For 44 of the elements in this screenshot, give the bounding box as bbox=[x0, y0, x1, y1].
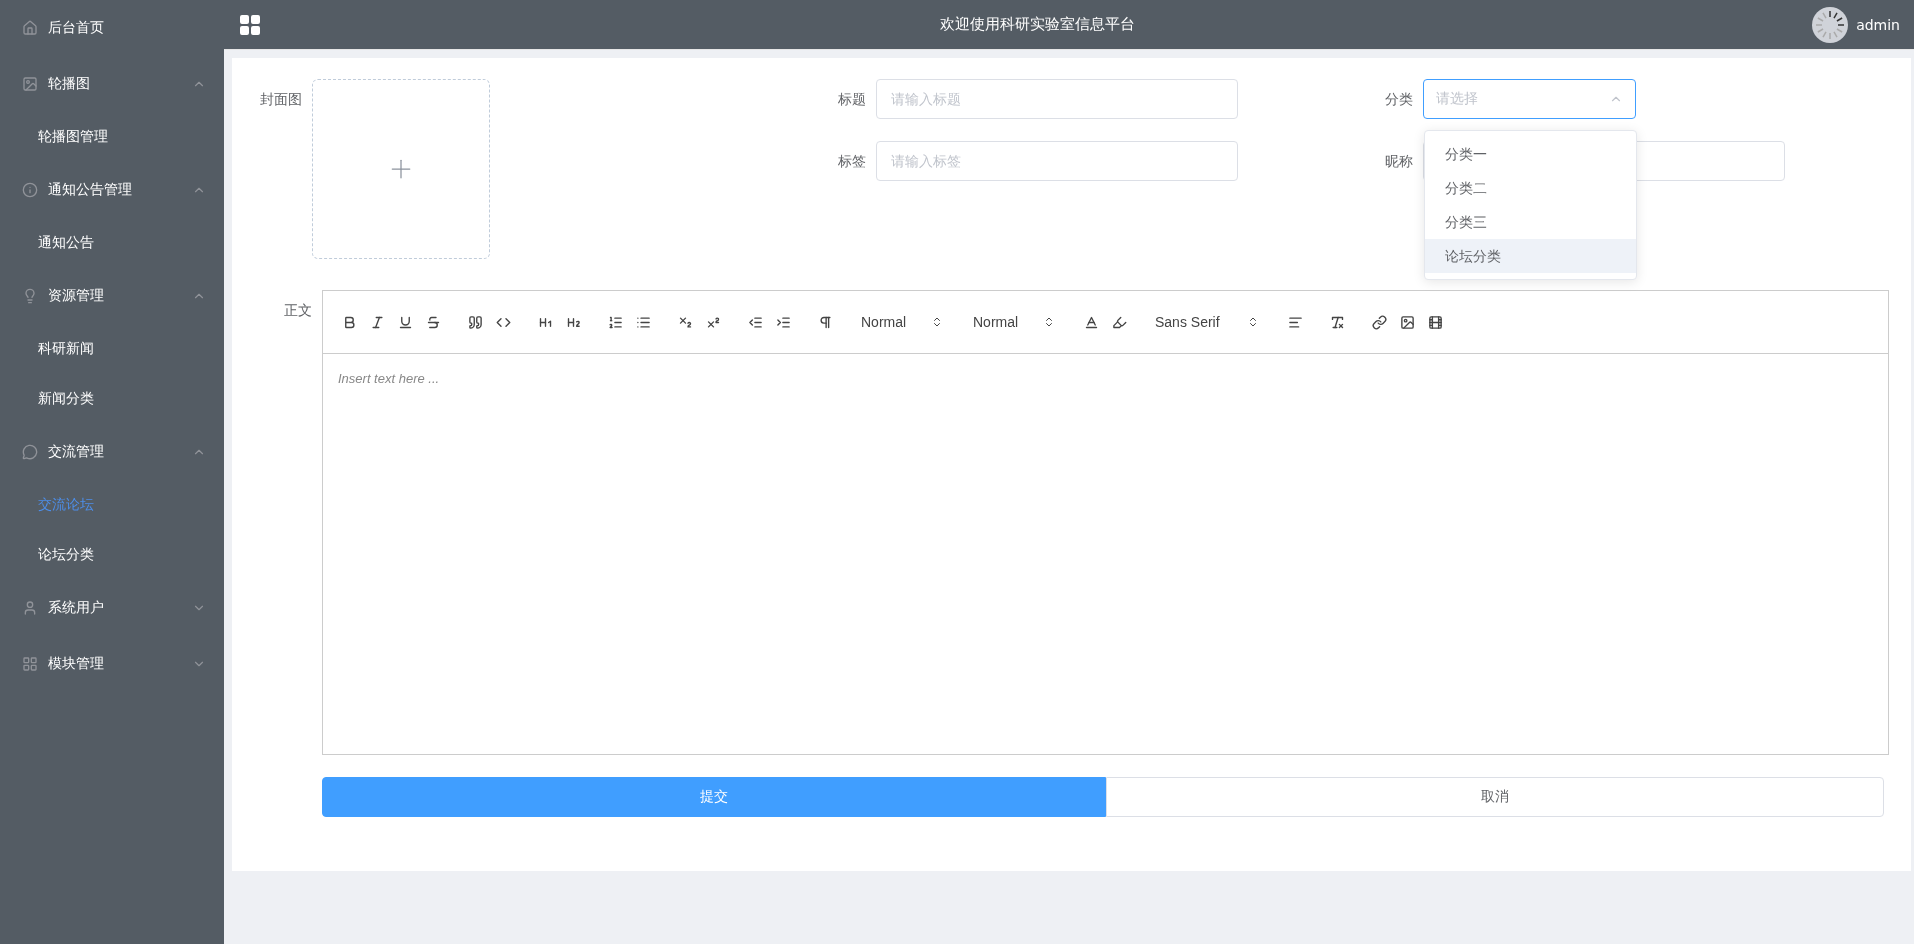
cancel-button[interactable]: 取消 bbox=[1106, 777, 1884, 817]
username: admin bbox=[1856, 16, 1900, 33]
user-icon bbox=[22, 600, 38, 616]
format-picker[interactable]: Normal bbox=[965, 310, 1063, 334]
dropdown-option[interactable]: 论坛分类 bbox=[1425, 239, 1636, 273]
sidebar-item[interactable]: 后台首页 bbox=[0, 0, 224, 56]
up-down-caret-icon bbox=[1247, 316, 1259, 328]
field-label: 分类 bbox=[1384, 90, 1414, 109]
header-title: 欢迎使用科研实验室信息平台 bbox=[938, 15, 1136, 34]
avatar-icon bbox=[1812, 6, 1849, 43]
grid-icon bbox=[22, 656, 38, 672]
menu-grid-icon[interactable] bbox=[238, 12, 262, 37]
sidebar-item[interactable]: 模块管理 bbox=[0, 636, 224, 692]
home-icon bbox=[22, 20, 38, 36]
sidebar-item[interactable]: 资源管理 bbox=[0, 268, 224, 324]
dropdown-option[interactable]: 分类一 bbox=[1425, 137, 1636, 171]
editor-body[interactable]: Insert text here ... bbox=[322, 354, 1889, 755]
sidebar-item[interactable]: 交流管理 bbox=[0, 424, 224, 480]
editor-placeholder: Insert text here ... bbox=[338, 371, 440, 386]
format-picker[interactable]: Sans Serif bbox=[1147, 310, 1267, 334]
picture-frame-icon bbox=[22, 76, 38, 92]
field-label: 封面图 bbox=[259, 90, 303, 109]
chat-icon bbox=[22, 444, 38, 460]
sidebar-item[interactable]: 系统用户 bbox=[0, 580, 224, 636]
lightbulb-icon bbox=[22, 288, 38, 304]
field-label: 正文 bbox=[283, 301, 313, 320]
submenu-item[interactable]: 新闻分类 bbox=[0, 374, 224, 424]
field-label: 标签 bbox=[837, 152, 867, 171]
field-label: 标题 bbox=[837, 90, 867, 109]
format-picker[interactable]: Normal bbox=[853, 310, 951, 334]
submenu-item[interactable]: 科研新闻 bbox=[0, 324, 224, 374]
title-field[interactable]: 请输入标题 bbox=[876, 79, 1238, 119]
sidebar-item[interactable]: 通知公告管理 bbox=[0, 162, 224, 218]
submenu-item[interactable]: 通知公告 bbox=[0, 218, 224, 268]
info-icon bbox=[22, 182, 38, 198]
dropdown-option[interactable]: 分类二 bbox=[1425, 171, 1636, 205]
submenu-item[interactable]: 轮播图管理 bbox=[0, 112, 224, 162]
submenu-item[interactable]: 论坛分类 bbox=[0, 530, 224, 580]
field-label: 昵称 bbox=[1384, 152, 1414, 171]
sidebar-item[interactable]: 轮播图 bbox=[0, 56, 224, 112]
tag-field[interactable]: 请输入标签 bbox=[876, 141, 1238, 181]
up-down-caret-icon bbox=[931, 316, 943, 328]
dropdown-option[interactable]: 分类三 bbox=[1425, 205, 1636, 239]
up-down-caret-icon bbox=[1043, 316, 1055, 328]
